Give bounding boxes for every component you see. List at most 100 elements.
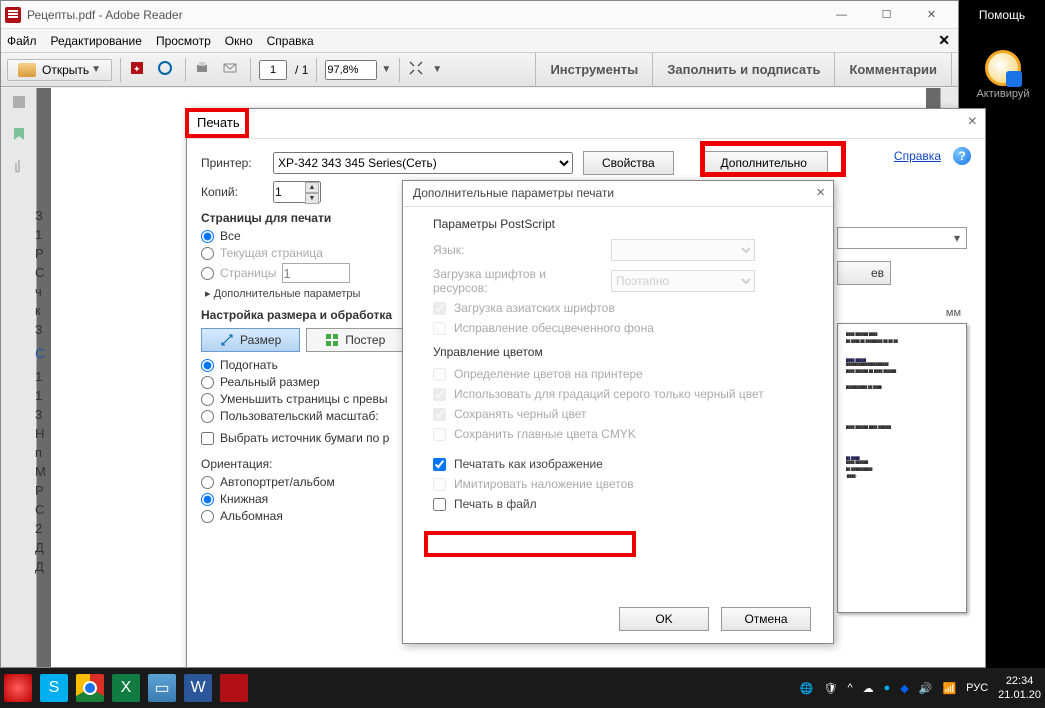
create-pdf-icon[interactable]: ✦ <box>129 60 149 80</box>
thumbnails-icon[interactable] <box>11 94 27 110</box>
doc-edge-text: З1РСчк3С113НпМРС2ДД <box>35 208 47 574</box>
radio-range-label: Страницы <box>220 266 276 280</box>
attachment-icon[interactable] <box>11 158 27 174</box>
adv-cancel-button[interactable]: Отмена <box>721 607 811 631</box>
close-button[interactable]: ✕ <box>909 2 954 28</box>
page-input[interactable] <box>259 60 287 80</box>
tray-shield-icon[interactable]: 🛡 <box>823 682 837 695</box>
fit-chevron-icon[interactable]: ▼ <box>432 64 442 75</box>
minimize-button[interactable]: — <box>819 2 864 28</box>
radio-orient-auto[interactable] <box>201 476 214 489</box>
tray-skype-icon[interactable]: ● <box>884 682 891 694</box>
opera-icon[interactable] <box>4 674 32 702</box>
properties-button[interactable]: Свойства <box>583 151 674 175</box>
print-icon[interactable] <box>194 60 214 80</box>
menubar-close-icon[interactable]: ✕ <box>938 32 950 49</box>
radio-shrink[interactable] <box>201 393 214 406</box>
check-to-file[interactable] <box>433 498 446 511</box>
spin-down-icon[interactable]: ▼ <box>305 193 319 204</box>
adv-ok-button[interactable]: OK <box>619 607 709 631</box>
radio-fit[interactable] <box>201 359 214 372</box>
check-bleach <box>433 322 446 335</box>
radio-page-range[interactable] <box>201 267 214 280</box>
print-help-link[interactable]: Справка <box>894 149 941 163</box>
tray-volume-icon[interactable]: 🔊 <box>919 682 933 695</box>
page-range-input[interactable] <box>282 263 350 283</box>
pdf-reader-icon[interactable] <box>220 674 248 702</box>
tray-onedrive-icon[interactable]: ☁ <box>863 682 874 695</box>
highlight-advanced <box>700 141 846 177</box>
taskbar: S X ▭ W 🌐 🛡 ^ ☁ ● ◆ 🔊 📶 РУС 22:34 21.01.… <box>0 668 1045 708</box>
radio-orient-portrait[interactable] <box>201 493 214 506</box>
fontload-label: Загрузка шрифтов и ресурсов: <box>433 267 603 295</box>
lang-label: Язык: <box>433 243 603 257</box>
convert-icon[interactable] <box>157 60 177 80</box>
to-file-label: Печать в файл <box>454 497 537 511</box>
radio-all-pages[interactable] <box>201 230 214 243</box>
cmyk-label: Сохранить главные цвета CMYK <box>454 427 636 441</box>
tray-wifi-icon[interactable]: 📶 <box>942 682 956 695</box>
check-paper-source[interactable] <box>201 432 214 445</box>
radio-current-page[interactable] <box>201 247 214 260</box>
printer-label: Принтер: <box>201 156 263 170</box>
menu-help[interactable]: Справка <box>267 34 314 48</box>
radio-real-label: Реальный размер <box>220 375 320 389</box>
fill-sign-button[interactable]: Заполнить и подписать <box>653 53 835 86</box>
misc-select[interactable] <box>837 227 967 249</box>
page-total: / 1 <box>295 63 308 77</box>
tray-chevron-icon[interactable]: ^ <box>847 682 852 694</box>
copies-label: Копий: <box>201 185 263 199</box>
spin-up-icon[interactable]: ▲ <box>305 182 319 193</box>
gray-label: Использовать для градаций серого только … <box>454 387 764 401</box>
radio-real-size[interactable] <box>201 376 214 389</box>
mail-icon[interactable] <box>222 60 242 80</box>
tray-lang[interactable]: РУС <box>966 682 988 694</box>
printer-select[interactable]: XP-342 343 345 Series(Сеть) <box>273 152 573 174</box>
highlight-print-as-image <box>424 531 636 557</box>
fit-window-icon[interactable] <box>408 60 428 80</box>
print-close-icon[interactable]: × <box>968 113 977 131</box>
maximize-button[interactable]: ☐ <box>864 2 909 28</box>
menu-file[interactable]: Файл <box>7 34 37 48</box>
menu-view[interactable]: Просмотр <box>156 34 211 48</box>
poster-mode-button[interactable]: Постер <box>306 328 404 352</box>
size-mode-button[interactable]: Размер <box>201 328 300 352</box>
chevron-down-icon: ▼ <box>91 64 101 75</box>
chrome-icon[interactable] <box>76 674 104 702</box>
tray-network-icon[interactable]: 🌐 <box>800 682 814 695</box>
orient-land-label: Альбомная <box>220 509 283 523</box>
menu-window[interactable]: Окно <box>225 34 253 48</box>
radio-custom-scale[interactable] <box>201 410 214 423</box>
misc-button[interactable]: ев <box>837 261 891 285</box>
radio-all-label: Все <box>220 229 241 243</box>
check-print-as-image[interactable] <box>433 458 446 471</box>
menu-edit[interactable]: Редактирование <box>51 34 142 48</box>
toolbar: Открыть ▼ ✦ / 1 ▼ ▼ Инструменты Заполнит… <box>1 53 958 87</box>
menubar: Файл Редактирование Просмотр Окно Справк… <box>1 29 958 53</box>
check-cmyk <box>433 428 446 441</box>
radio-orient-landscape[interactable] <box>201 510 214 523</box>
word-icon[interactable]: W <box>184 674 212 702</box>
check-asian-fonts <box>433 302 446 315</box>
excel-icon[interactable]: X <box>112 674 140 702</box>
bookmark-icon[interactable] <box>11 126 27 142</box>
skype-icon[interactable]: S <box>40 674 68 702</box>
tools-panel-button[interactable]: Инструменты <box>536 53 653 86</box>
radio-custom-label: Пользовательский масштаб: <box>220 409 379 423</box>
zoom-chevron-icon[interactable]: ▼ <box>381 64 391 75</box>
activation-watermark: Активируй <box>969 50 1037 100</box>
open-button[interactable]: Открыть ▼ <box>7 59 112 81</box>
window-title: Рецепты.pdf - Adobe Reader <box>27 8 819 22</box>
taskbar-clock[interactable]: 22:34 21.01.20 <box>998 674 1041 702</box>
comments-button[interactable]: Комментарии <box>835 53 952 86</box>
adv-close-icon[interactable]: × <box>816 184 825 201</box>
svg-text:✦: ✦ <box>133 64 141 74</box>
check-overlay <box>433 478 446 491</box>
file-explorer-icon[interactable]: ▭ <box>148 674 176 702</box>
help-icon[interactable]: ? <box>953 147 971 165</box>
bleach-label: Исправление обесцвеченного фона <box>454 321 654 335</box>
overlay-label: Имитировать наложение цветов <box>454 477 634 491</box>
tray-dropbox-icon[interactable]: ◆ <box>900 682 908 695</box>
zoom-input[interactable] <box>325 60 377 80</box>
as-image-label: Печатать как изображение <box>454 457 603 471</box>
